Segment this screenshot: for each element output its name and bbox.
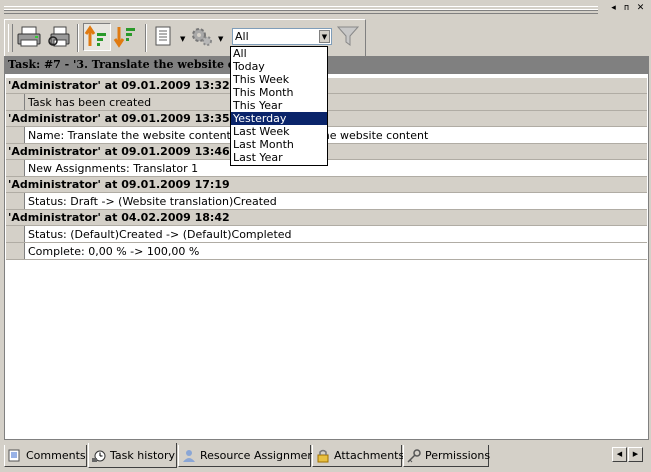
- tab-permissions[interactable]: Permissions: [403, 445, 490, 467]
- dropdown-option-last-month[interactable]: Last Month: [231, 138, 327, 151]
- history-entry-item[interactable]: Status: (Default)Created -> (Default)Com…: [6, 226, 647, 243]
- columns-button[interactable]: [151, 23, 179, 51]
- history-entry-header[interactable]: 'Administrator' at 09.01.2009 17:19: [6, 177, 647, 193]
- toolbar-separator: [77, 24, 79, 52]
- print-preview-icon: [48, 26, 70, 47]
- permissions-icon: [407, 449, 421, 463]
- sort-ascending-icon: [84, 25, 106, 46]
- funnel-icon: [336, 26, 360, 46]
- date-filter-select[interactable]: All ▼: [232, 28, 332, 45]
- tab-attachments[interactable]: Attachments: [312, 445, 404, 467]
- tab-scroll-right-button[interactable]: ▶: [628, 447, 643, 462]
- menu-arrow-button[interactable]: ◂: [608, 3, 619, 14]
- tab-resource-assignment[interactable]: Resource Assignment: [178, 445, 319, 467]
- title-strip: ◂ ᴨ ✕: [0, 0, 651, 18]
- dropdown-option-last-year[interactable]: Last Year: [231, 151, 327, 164]
- filter-button[interactable]: [335, 23, 363, 51]
- dropdown-option-this-month[interactable]: This Month: [231, 86, 327, 99]
- date-filter-value: All: [235, 30, 249, 43]
- tab-comments[interactable]: Comments: [4, 445, 87, 467]
- sort-ascending-button[interactable]: [83, 23, 111, 51]
- bottom-tab-strip: Comments Task history Resource Assignmen…: [4, 443, 649, 469]
- tab-scroll-left-button[interactable]: ◀: [612, 447, 627, 462]
- history-entry-item[interactable]: Status: Draft -> (Website translation)Cr…: [6, 193, 647, 210]
- dropdown-option-all[interactable]: All: [231, 47, 327, 60]
- attachments-icon: [317, 449, 329, 463]
- history-entry-header[interactable]: 'Administrator' at 04.02.2009 18:42: [6, 210, 647, 226]
- history-entry-item[interactable]: Complete: 0,00 % -> 100,00 %: [6, 243, 647, 260]
- sort-descending-icon: [113, 27, 135, 48]
- print-icon: [17, 26, 41, 47]
- dropdown-option-yesterday[interactable]: Yesterday: [231, 112, 327, 125]
- dropdown-option-this-year[interactable]: This Year: [231, 99, 327, 112]
- comments-icon: [8, 449, 20, 462]
- pin-button[interactable]: ᴨ: [621, 3, 632, 14]
- gears-icon: [192, 28, 212, 46]
- toolbar-separator: [145, 24, 147, 52]
- settings-button[interactable]: [189, 23, 217, 51]
- columns-dropdown-arrow-icon[interactable]: ▼: [180, 35, 185, 43]
- tab-task-history[interactable]: Task history: [88, 443, 177, 468]
- print-preview-button[interactable]: [45, 23, 73, 51]
- print-button[interactable]: [15, 23, 43, 51]
- sort-descending-button[interactable]: [113, 23, 141, 51]
- resource-assignment-icon: [183, 450, 195, 462]
- title-grip[interactable]: [4, 6, 598, 14]
- task-history-icon: [92, 450, 106, 462]
- settings-dropdown-arrow-icon[interactable]: ▼: [218, 35, 223, 43]
- dropdown-option-last-week[interactable]: Last Week: [231, 125, 327, 138]
- close-button[interactable]: ✕: [635, 3, 646, 14]
- columns-icon: [155, 26, 171, 46]
- toolbar-grip[interactable]: [8, 24, 13, 52]
- date-filter-dropdown-list: All Today This Week This Month This Year…: [230, 46, 328, 166]
- dropdown-option-this-week[interactable]: This Week: [231, 73, 327, 86]
- dropdown-option-today[interactable]: Today: [231, 60, 327, 73]
- chevron-down-icon[interactable]: ▼: [319, 30, 330, 43]
